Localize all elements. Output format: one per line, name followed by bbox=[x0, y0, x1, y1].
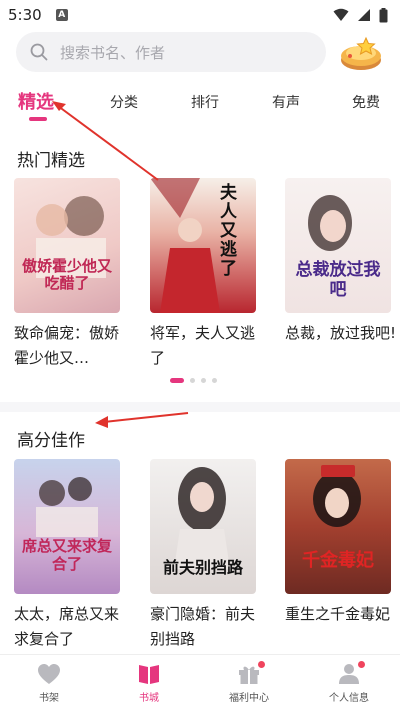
nav-item-rewards[interactable]: 福利中心 bbox=[209, 661, 289, 704]
tab-featured[interactable]: 精选 bbox=[18, 86, 54, 120]
search-icon bbox=[30, 43, 48, 61]
signal-icon bbox=[358, 9, 370, 21]
nav-label: 书城 bbox=[139, 693, 159, 704]
book-title: 总裁，放过我吧! bbox=[285, 324, 397, 342]
book-title: 致命偏宠：傲娇霍少他又… bbox=[14, 324, 120, 367]
book-cover[interactable]: 傲娇霍少他又吃醋了 bbox=[14, 178, 120, 313]
notification-badge bbox=[258, 661, 265, 668]
cover-art bbox=[36, 196, 106, 278]
section-title-top-rated: 高分佳作 bbox=[17, 431, 85, 451]
book-cover[interactable]: 席总又来求复合了 bbox=[14, 459, 120, 594]
bottom-nav: 书架 书城 福利中心 个人信息 bbox=[0, 654, 400, 710]
tab-ranking[interactable]: 排行 bbox=[191, 86, 219, 120]
nav-item-profile[interactable]: 个人信息 bbox=[309, 661, 389, 704]
carousel-dot bbox=[212, 378, 217, 383]
cover-title-text: 前夫别挡路 bbox=[162, 558, 243, 577]
book-card[interactable]: 夫人又逃了 将军，夫人又逃了 bbox=[150, 178, 256, 371]
cover-title-text: 席总又来求复合了 bbox=[21, 537, 112, 573]
cover-title-text: 傲娇霍少他又吃醋了 bbox=[21, 257, 112, 292]
search-input[interactable]: 搜索书名、作者 bbox=[16, 32, 326, 72]
book-cover[interactable]: 千金毒妃 bbox=[285, 459, 391, 594]
cover-art bbox=[313, 465, 361, 527]
status-bar: 5:30 A bbox=[0, 0, 400, 30]
carousel-dot-active bbox=[170, 378, 184, 383]
tab-category[interactable]: 分类 bbox=[110, 86, 138, 120]
nav-item-bookshelf[interactable]: 书架 bbox=[9, 661, 89, 704]
cover-art bbox=[36, 477, 98, 537]
battery-icon bbox=[379, 7, 388, 22]
book-title: 豪门隐婚：前夫别挡路 bbox=[150, 605, 256, 648]
notification-badge bbox=[358, 661, 365, 668]
book-card[interactable]: 席总又来求复合了 太太，席总又来求复合了 bbox=[14, 459, 120, 652]
carousel-indicator bbox=[170, 378, 217, 383]
treasure-chest-icon bbox=[341, 36, 381, 70]
arrow-to-top-rated-title bbox=[95, 412, 189, 428]
cover-title-text: 夫人又逃了 bbox=[220, 183, 237, 279]
nav-label: 个人信息 bbox=[329, 693, 369, 704]
tab-audio[interactable]: 有声 bbox=[272, 86, 300, 120]
gift-icon bbox=[239, 666, 259, 684]
search-row: 搜索书名、作者 bbox=[0, 32, 400, 74]
carousel-dot bbox=[201, 378, 206, 383]
person-icon bbox=[339, 664, 359, 684]
book-card[interactable]: 总裁放过我吧 总裁，放过我吧! bbox=[285, 178, 396, 346]
book-card[interactable]: 千金毒妃 重生之千金毒妃 bbox=[285, 459, 391, 627]
heart-icon bbox=[38, 664, 60, 684]
book-title: 将军，夫人又逃了 bbox=[150, 324, 256, 367]
book-cover[interactable]: 总裁放过我吧 bbox=[285, 178, 391, 313]
cover-title-text: 千金毒妃 bbox=[302, 550, 374, 571]
nav-label: 福利中心 bbox=[229, 693, 269, 704]
book-title: 重生之千金毒妃 bbox=[285, 605, 391, 623]
book-card[interactable]: 傲娇霍少他又吃醋了 致命偏宠：傲娇霍少他又… bbox=[14, 178, 120, 371]
status-time: 5:30 bbox=[8, 6, 42, 24]
notification-icon: A bbox=[55, 9, 68, 21]
section-title-hot: 热门精选 bbox=[17, 151, 85, 171]
category-tabs: 精选 分类 排行 有声 免费 bbox=[0, 86, 400, 122]
carousel-dot bbox=[190, 378, 195, 383]
search-placeholder: 搜索书名、作者 bbox=[60, 43, 166, 62]
tab-active-indicator bbox=[29, 117, 47, 121]
section-divider bbox=[0, 402, 400, 412]
book-card[interactable]: 前夫别挡路 豪门隐婚：前夫别挡路 bbox=[150, 459, 256, 652]
nav-label: 书架 bbox=[39, 693, 59, 704]
nav-item-bookstore[interactable]: 书城 bbox=[109, 661, 189, 704]
tab-free[interactable]: 免费 bbox=[352, 86, 380, 120]
treasure-chest-button[interactable] bbox=[338, 34, 384, 72]
book-title: 太太，席总又来求复合了 bbox=[14, 605, 120, 648]
book-icon bbox=[139, 665, 159, 684]
cover-title-text: 总裁放过我吧 bbox=[295, 260, 381, 300]
wifi-icon bbox=[333, 8, 349, 21]
book-cover[interactable]: 前夫别挡路 bbox=[150, 459, 256, 594]
book-cover[interactable]: 夫人又逃了 bbox=[150, 178, 256, 313]
